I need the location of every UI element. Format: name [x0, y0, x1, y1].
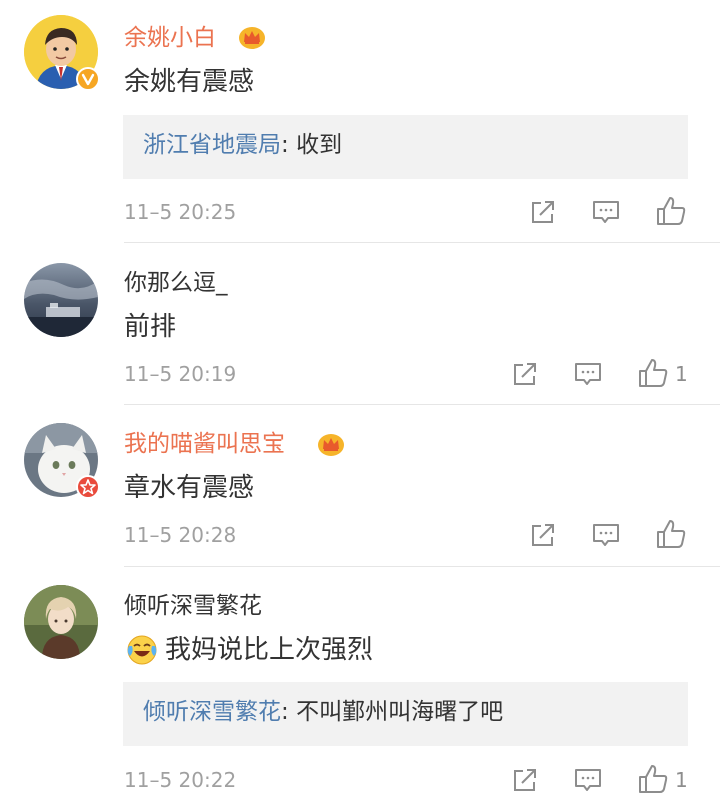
- username[interactable]: 余姚小白: [124, 24, 216, 52]
- comment-icon[interactable]: [573, 765, 603, 795]
- vip-crown-icon: [237, 24, 267, 50]
- share-icon[interactable]: [528, 520, 558, 550]
- share-icon[interactable]: [510, 765, 540, 795]
- username[interactable]: 你那么逗_: [124, 269, 228, 297]
- comment-icon[interactable]: [591, 197, 621, 227]
- avatar[interactable]: [24, 15, 100, 91]
- reply-username[interactable]: 浙江省地震局: [143, 132, 281, 158]
- comment-icon[interactable]: [573, 359, 603, 389]
- username[interactable]: 我的喵酱叫思宝: [124, 430, 285, 458]
- avatar[interactable]: [24, 585, 98, 659]
- star-badge-icon: [76, 475, 100, 499]
- comment-icon[interactable]: [591, 520, 621, 550]
- username[interactable]: 倾听深雪繁花: [124, 592, 262, 620]
- reply-separator: :: [281, 132, 297, 158]
- avatar-image: [24, 263, 98, 337]
- comment-item: 我的喵酱叫思宝 章水有震感 11–5 20:28: [0, 405, 720, 567]
- comment-text: 余姚有震感: [124, 67, 255, 97]
- like-icon[interactable]: [655, 195, 687, 225]
- like-icon[interactable]: [637, 763, 669, 793]
- timestamp: 11–5 20:19: [124, 362, 237, 386]
- avatar[interactable]: [24, 423, 100, 499]
- reply-content: 收到: [296, 132, 343, 158]
- reply-box[interactable]: 倾听深雪繁花: 不叫鄞州叫海曙了吧: [123, 682, 688, 746]
- reply-line: 倾听深雪繁花: 不叫鄞州叫海曙了吧: [143, 696, 503, 728]
- share-icon[interactable]: [528, 197, 558, 227]
- reply-line: 浙江省地震局: 收到: [143, 129, 342, 161]
- comment-item: 余姚小白 余姚有震感 浙江省地震局: 收到 11–5 20:25: [0, 0, 720, 243]
- comment-item: 倾听深雪繁花 我妈说比上次强烈 倾听深雪繁花: 不叫鄞州叫海曙了吧 11–5 2…: [0, 567, 720, 801]
- verified-v-icon: [76, 67, 100, 91]
- comment-text: 前排: [124, 312, 177, 342]
- timestamp: 11–5 20:28: [124, 523, 237, 547]
- timestamp: 11–5 20:25: [124, 200, 237, 224]
- vip-crown-icon: [316, 431, 346, 457]
- timestamp: 11–5 20:22: [124, 768, 237, 792]
- reply-username[interactable]: 倾听深雪繁花: [143, 699, 281, 725]
- like-icon[interactable]: [637, 357, 669, 387]
- avatar-image: [24, 585, 98, 659]
- avatar[interactable]: [24, 263, 98, 337]
- like-count: 1: [675, 362, 688, 386]
- comment-text: 章水有震感: [124, 473, 255, 503]
- like-count: 1: [675, 768, 688, 792]
- reply-content: 不叫鄞州叫海曙了吧: [296, 699, 504, 725]
- share-icon[interactable]: [510, 359, 540, 389]
- laugh-cry-emoji: [126, 634, 158, 666]
- comment-item: 你那么逗_ 前排 11–5 20:19 1: [0, 243, 720, 405]
- comment-text: 我妈说比上次强烈: [165, 635, 374, 665]
- like-icon[interactable]: [655, 518, 687, 548]
- reply-box[interactable]: 浙江省地震局: 收到: [123, 115, 688, 179]
- reply-separator: :: [281, 699, 297, 725]
